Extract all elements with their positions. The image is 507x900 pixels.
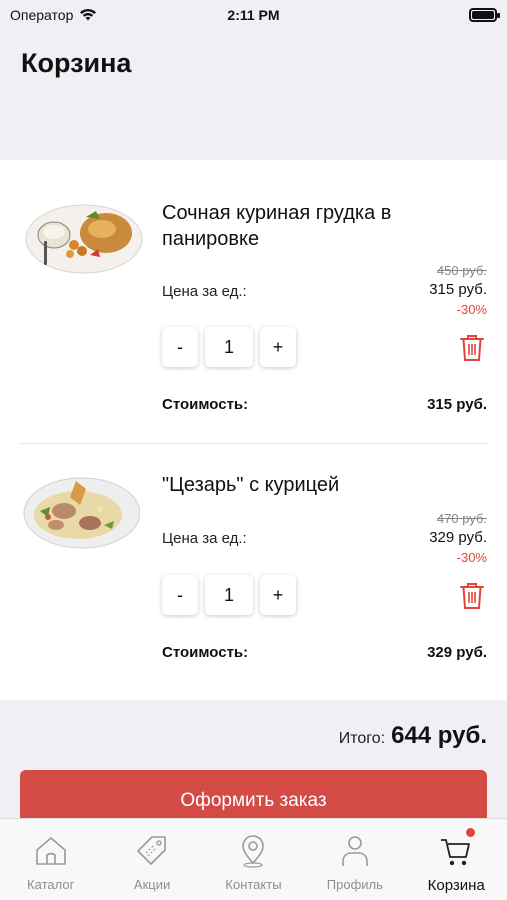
tab-bar: Каталог Акции Контакты Профиль Корзина [0,818,507,900]
tab-label: Акции [133,877,171,892]
tab-catalog[interactable]: Каталог [1,833,101,900]
increase-quantity-button[interactable]: + [260,327,296,367]
decrease-quantity-button[interactable]: - [162,575,198,615]
wifi-icon [80,9,97,21]
quantity-value: 1 [205,575,253,615]
tab-contacts[interactable]: Контакты [203,833,303,900]
tag-icon [137,836,166,865]
cost-value: 315 руб. [427,396,487,413]
unit-price: 329 руб. [429,529,487,546]
header: Корзина [0,30,507,160]
cart-item: "Цезарь" с курицей 470 руб. Цена за ед.:… [0,444,507,714]
tab-promotions[interactable]: Акции [102,833,202,900]
user-icon [342,836,368,866]
status-bar: Оператор 2:11 PM [0,0,507,30]
cart-list: Сочная куриная грудка в панировке 450 ру… [0,160,507,700]
tab-cart[interactable]: Корзина [406,833,506,900]
status-carrier-group: Оператор [10,7,97,23]
caesar-salad-image[interactable] [20,471,140,551]
home-icon [35,837,66,865]
item-name[interactable]: "Цезарь" с курицей [162,472,462,498]
total-value: 644 руб. [391,722,487,749]
quantity-stepper: - 1 + [162,327,296,367]
trash-icon[interactable] [459,333,485,363]
cost-label: Стоимость: [162,396,249,413]
decrease-quantity-button[interactable]: - [162,327,198,367]
cost-label: Стоимость: [162,644,249,661]
tab-profile[interactable]: Профиль [305,833,405,900]
price-label: Цена за ед.: [162,530,247,547]
price-label: Цена за ед.: [162,283,247,300]
increase-quantity-button[interactable]: + [260,575,296,615]
cart-badge [466,828,475,837]
cost-value: 329 руб. [427,644,487,661]
tab-label: Корзина [427,877,485,894]
tab-label: Каталог [27,877,75,892]
unit-price: 315 руб. [429,281,487,298]
quantity-stepper: - 1 + [162,575,296,615]
old-price: 450 руб. [436,263,487,278]
discount-badge: -30% [456,302,487,317]
chicken-breast-image[interactable] [24,197,144,277]
map-pin-icon [242,835,265,868]
order-total: Итого: 644 руб. [339,722,487,750]
battery-icon [469,8,500,22]
tab-label: Профиль [326,877,383,892]
cart-item: Сочная куриная грудка в панировке 450 ру… [0,160,507,430]
total-label: Итого: [338,730,386,747]
page-title: Корзина [21,48,132,78]
old-price: 470 руб. [436,511,487,526]
trash-icon[interactable] [459,581,485,611]
tab-label: Контакты [225,877,282,892]
cart-icon [441,839,471,866]
carrier-label: Оператор [10,7,74,23]
quantity-value: 1 [205,327,253,367]
item-name[interactable]: Сочная куриная грудка в панировке [162,200,462,252]
discount-badge: -30% [456,550,487,565]
